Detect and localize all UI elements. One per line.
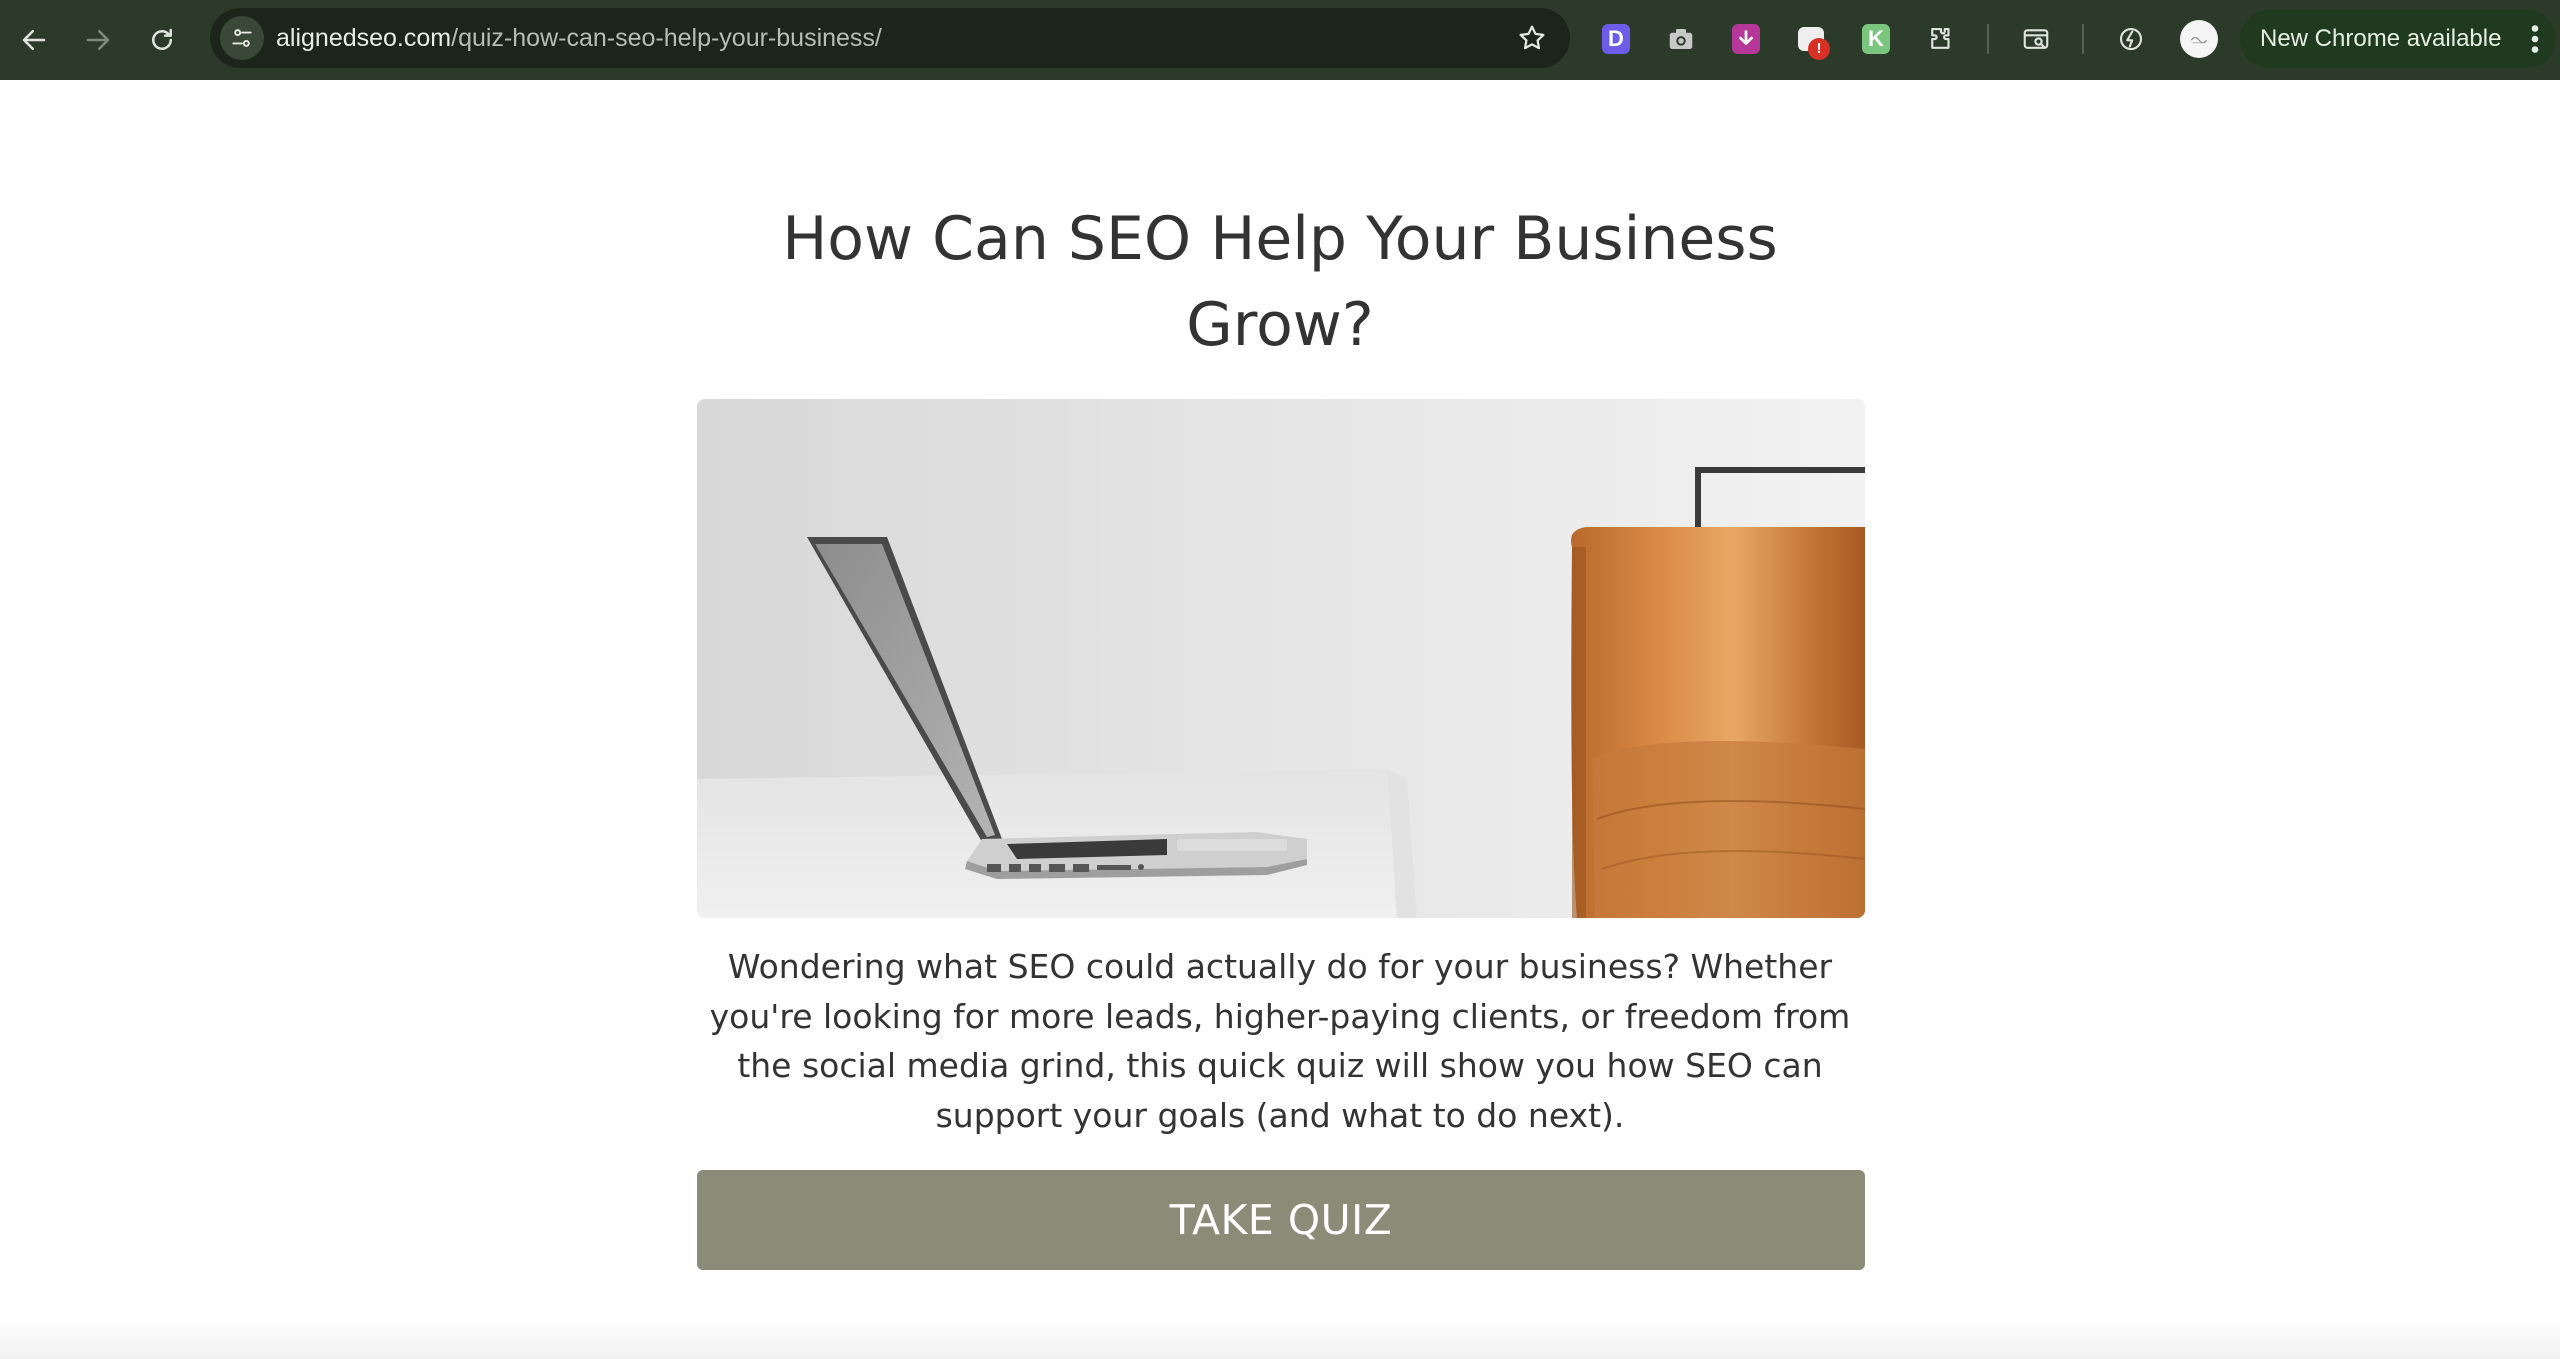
url-domain: alignedseo.com (276, 24, 452, 52)
forward-button[interactable] (76, 18, 120, 62)
tab-search-icon (2023, 29, 2049, 49)
camera-icon (1669, 29, 1693, 49)
toolbar-divider (1987, 24, 1989, 54)
page-bottom-shadow (0, 1318, 2560, 1359)
site-info-button[interactable] (220, 16, 264, 60)
profile-avatar[interactable] (2180, 20, 2218, 58)
screenshot-extension-button[interactable] (1662, 20, 1700, 58)
reload-icon (152, 28, 172, 50)
extensions-icon (1931, 27, 1950, 49)
take-quiz-button[interactable]: TAKE QUIZ (697, 1170, 1865, 1270)
extension-alert-badge: ! (1808, 38, 1830, 60)
dashlane-icon: D (1602, 24, 1630, 54)
address-bar[interactable]: alignedseo.com/quiz-how-can-seo-help-you… (210, 8, 1570, 68)
tab-search-button[interactable] (2017, 20, 2055, 58)
update-label: New Chrome available (2260, 25, 2502, 52)
arrow-left-icon (22, 30, 46, 50)
extensions-menu-button[interactable] (1922, 20, 1960, 58)
hero-image (697, 399, 1865, 918)
more-vertical-icon[interactable] (2526, 24, 2544, 54)
speed-icon (2119, 27, 2143, 51)
keyword-icon: K (1862, 24, 1890, 54)
laptop-photo (697, 399, 1865, 918)
star-icon[interactable] (1516, 22, 1548, 54)
keyword-extension-button[interactable]: K (1857, 20, 1895, 58)
download-icon (1732, 24, 1760, 54)
reload-button[interactable] (140, 18, 184, 62)
downloader-extension-button[interactable] (1727, 20, 1765, 58)
quiz-description: Wondering what SEO could actually do for… (709, 947, 1851, 1135)
page-title: How Can SEO Help Your Business Grow? (782, 204, 1778, 360)
toolbar-divider (2082, 24, 2084, 54)
back-button[interactable] (12, 18, 56, 62)
take-quiz-label: TAKE QUIZ (1169, 1196, 1393, 1244)
url-text[interactable]: alignedseo.com/quiz-how-can-seo-help-you… (276, 8, 882, 68)
arrow-right-icon (86, 30, 110, 50)
profile-logo-icon (2190, 37, 2208, 44)
tune-icon (232, 29, 252, 47)
chrome-update-button[interactable]: New Chrome available (2240, 10, 2556, 68)
dashlane-extension-button[interactable]: D (1597, 20, 1635, 58)
browser-toolbar: alignedseo.com/quiz-how-can-seo-help-you… (0, 0, 2560, 80)
performance-button[interactable] (2112, 20, 2150, 58)
url-path: /quiz-how-can-seo-help-your-business/ (451, 24, 882, 52)
